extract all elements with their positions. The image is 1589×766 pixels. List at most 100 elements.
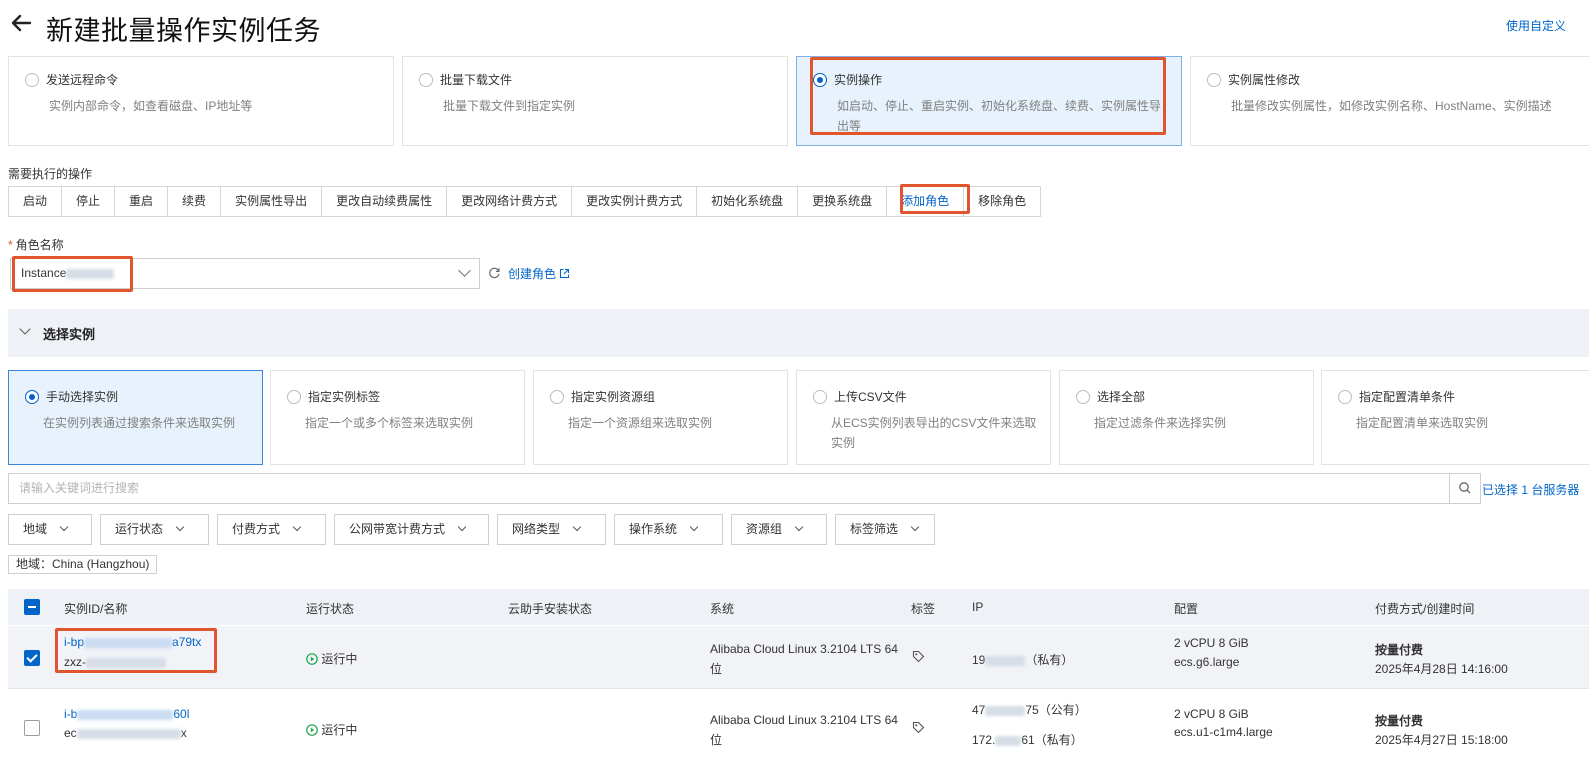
col-ip: IP (972, 600, 984, 614)
op-add-role[interactable]: 添加角色 (887, 187, 965, 216)
op-start[interactable]: 启动 (9, 187, 63, 216)
op-remove-role[interactable]: 移除角色 (964, 187, 1040, 216)
filter-label: 资源组 (746, 522, 783, 536)
search-icon (1459, 482, 1471, 494)
filter-billing[interactable]: 付费方式 (217, 514, 326, 545)
instance-id-prefix: i-b (64, 707, 78, 721)
mode-instance-tags[interactable]: 指定实例标签 指定一个或多个标签来选取实例 (270, 370, 525, 465)
radio-icon[interactable] (419, 72, 433, 87)
op-init-system-disk[interactable]: 初始化系统盘 (697, 187, 799, 216)
col-status: 运行状态 (306, 602, 355, 616)
tag-icon[interactable] (912, 721, 925, 734)
filter-label: 地域 (23, 522, 48, 536)
required-mark: * (8, 238, 13, 252)
region-tag[interactable]: 地域：China (Hangzhou) (8, 555, 158, 574)
blurred-text (985, 655, 1026, 666)
filter-os[interactable]: 操作系统 (614, 514, 723, 545)
op-renew[interactable]: 续费 (168, 187, 222, 216)
ip-kind: （私有） (1034, 733, 1083, 747)
custom-link[interactable]: 使用自定义 (1506, 17, 1566, 34)
op-replace-system-disk[interactable]: 更换系统盘 (798, 187, 888, 216)
filter-network-type[interactable]: 网络类型 (497, 514, 606, 545)
table-row[interactable] (8, 626, 1589, 688)
instance-id-link[interactable]: i-bp a79tx (64, 635, 201, 649)
op-instance-billing[interactable]: 更改实例计费方式 (572, 187, 698, 216)
task-type-download-file[interactable]: 批量下载文件 批量下载文件到指定实例 (402, 56, 788, 146)
instance-name: zxz- (64, 655, 166, 669)
radio-icon[interactable] (287, 389, 301, 404)
select-all-checkbox[interactable] (24, 599, 40, 615)
filter-region[interactable]: 地域 (8, 514, 92, 545)
mode-manual-select[interactable]: 手动选择实例 在实例列表通过搜索条件来选取实例 (8, 370, 263, 465)
filter-label: 运行状态 (115, 522, 164, 536)
chevron-down-icon (458, 264, 471, 277)
chevron-down-icon (175, 522, 185, 532)
status-text: 运行中 (321, 652, 358, 666)
task-type-remote-command[interactable]: 发送远程命令 实例内部命令，如查看磁盘、IP地址等 (8, 56, 394, 146)
card-title: 发送远程命令 (46, 73, 119, 87)
role-select[interactable]: Instance (10, 258, 480, 289)
search-button[interactable] (1450, 473, 1481, 504)
spec-line2: ecs.g6.large (1174, 655, 1240, 669)
chevron-down-icon (794, 522, 804, 532)
op-network-billing[interactable]: 更改网络计费方式 (447, 187, 573, 216)
mode-resource-group[interactable]: 指定实例资源组 指定一个资源组来选取实例 (533, 370, 788, 465)
task-type-attribute-modify[interactable]: 实例属性修改 批量修改实例属性，如修改实例名称、HostName、实例描述 (1190, 56, 1589, 146)
row-checkbox[interactable] (24, 650, 40, 666)
blurred-text (77, 709, 174, 720)
card-title: 指定实例资源组 (571, 390, 656, 404)
card-title: 实例操作 (834, 73, 883, 87)
radio-icon[interactable] (1207, 72, 1221, 87)
ip-prefix: 47 (972, 703, 986, 717)
radio-icon[interactable] (1076, 389, 1090, 404)
card-desc: 指定一个或多个标签来选取实例 (305, 416, 474, 430)
radio-icon[interactable] (550, 389, 564, 404)
op-stop[interactable]: 停止 (62, 187, 116, 216)
filter-resource-group[interactable]: 资源组 (731, 514, 827, 545)
radio-icon[interactable] (813, 389, 827, 404)
card-desc: 指定一个资源组来选取实例 (568, 416, 713, 430)
ip-prefix: 19 (972, 653, 986, 667)
back-arrow-icon[interactable] (8, 10, 34, 36)
row-checkbox[interactable] (24, 720, 40, 736)
tag-icon[interactable] (912, 650, 925, 663)
card-title: 选择全部 (1097, 390, 1146, 404)
radio-icon[interactable] (25, 72, 39, 87)
instance-id-link[interactable]: i-b 60l (64, 707, 189, 721)
filter-bandwidth-billing[interactable]: 公网带宽计费方式 (334, 514, 489, 545)
filter-run-status[interactable]: 运行状态 (100, 514, 209, 545)
mode-select-all[interactable]: 选择全部 指定过滤条件来选择实例 (1059, 370, 1314, 465)
mode-config-list[interactable]: 指定配置清单条件 指定配置清单来选取实例 (1321, 370, 1589, 465)
radio-checked-icon[interactable] (25, 389, 39, 404)
play-circle-icon (306, 724, 318, 736)
search-input[interactable]: 请输入关键词进行搜索 (8, 473, 1450, 504)
role-label-text: 角色名称 (15, 238, 64, 252)
chevron-down-icon (457, 522, 467, 532)
task-type-instance-operation[interactable]: 实例操作 如启动、停止、重启实例、初始化系统盘、续费、实例属性导出等 (796, 56, 1182, 146)
selected-count-link[interactable]: 已选择 1 台服务器 (1482, 481, 1579, 498)
create-role-link[interactable]: 创建角色 (508, 265, 570, 282)
instance-name-suffix: x (180, 726, 187, 740)
op-auto-renew[interactable]: 更改自动续费属性 (322, 187, 448, 216)
instance-id-prefix: i-bp (64, 635, 85, 649)
os-line2: 位 (710, 662, 723, 676)
refresh-icon[interactable] (488, 266, 501, 279)
select-instance-section-header[interactable] (8, 309, 1589, 357)
ip-address-private: 172. 61（私有） (972, 731, 1083, 748)
card-desc: 批量下载文件到指定实例 (443, 99, 576, 113)
col-config: 配置 (1174, 602, 1199, 616)
radio-checked-icon[interactable] (813, 72, 827, 87)
mode-upload-csv[interactable]: 上传CSV文件 从ECS实例列表导出的CSV文件来选取实例 (796, 370, 1051, 465)
op-export-attributes[interactable]: 实例属性导出 (221, 187, 323, 216)
filter-label: 公网带宽计费方式 (349, 522, 446, 536)
radio-icon[interactable] (1338, 389, 1352, 404)
chevron-down-icon (910, 522, 920, 532)
billing-type: 按量付费 (1375, 643, 1424, 657)
op-restart[interactable]: 重启 (115, 187, 169, 216)
filter-tags[interactable]: 标签筛选 (835, 514, 935, 545)
card-title: 指定配置清单条件 (1359, 390, 1456, 404)
blurred-text (985, 705, 1026, 716)
blurred-text (66, 268, 115, 279)
operation-tabs: 启动 停止 重启 续费 实例属性导出 更改自动续费属性 更改网络计费方式 更改实… (8, 186, 1042, 217)
ip-prefix: 172. (972, 733, 996, 747)
